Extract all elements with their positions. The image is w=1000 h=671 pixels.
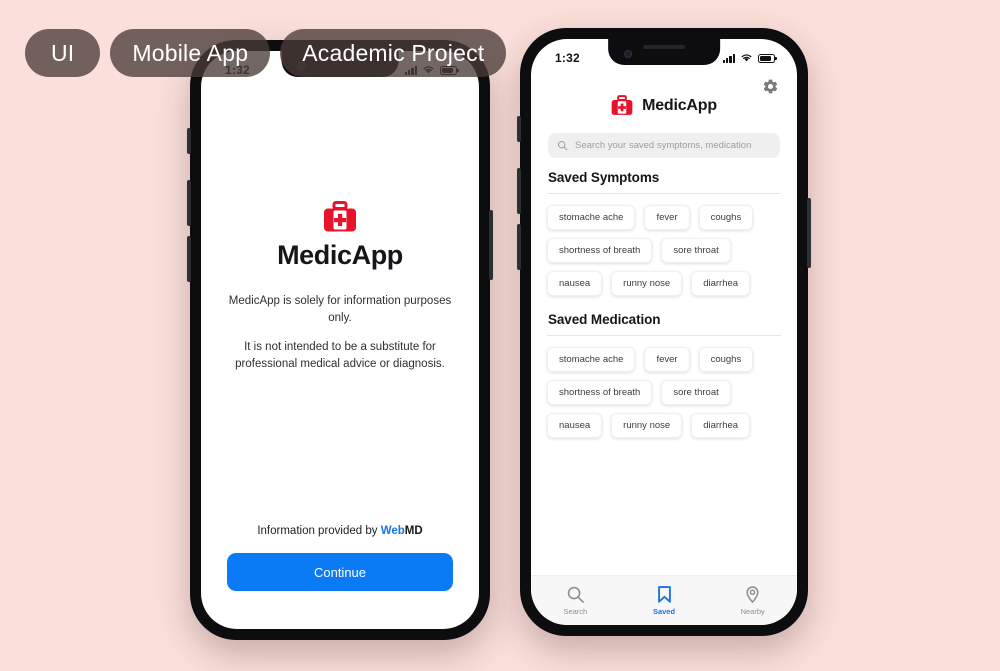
status-icons <box>722 53 777 63</box>
wifi-icon <box>741 54 752 62</box>
volume-down-button[interactable] <box>517 224 521 270</box>
chip-item[interactable]: stomache ache <box>547 347 636 372</box>
app-header: MedicApp <box>531 95 797 116</box>
medication-chip-list: stomache ache fever coughs shortness of bre… <box>545 336 783 442</box>
chip-item[interactable]: diarrhea <box>691 413 751 438</box>
nav-label-search: Search <box>563 607 588 616</box>
chip-item[interactable]: coughs <box>698 205 754 230</box>
nav-label-saved: Saved <box>652 607 676 616</box>
chip-item[interactable]: nausea <box>547 271 603 296</box>
medical-kit-icon <box>324 201 356 232</box>
search-icon <box>567 586 584 603</box>
attribution-text: Information provided by WebMD <box>227 525 453 537</box>
phone2-screen: 1:32 MedicApp Search your saved symptoms… <box>531 39 797 625</box>
signal-bars-icon <box>722 53 735 63</box>
bottom-navigation-bar: Search Saved Nearby <box>531 575 797 625</box>
app-name: MedicApp <box>642 96 717 114</box>
front-camera-icon <box>624 50 633 58</box>
phone-mockup-onboarding: 1:32 MedicApp <box>187 40 493 640</box>
nav-label-nearby: Nearby <box>740 607 765 616</box>
search-bar-wrapper <box>531 133 797 158</box>
tag-pill-mobile-app[interactable]: Mobile App <box>110 29 271 77</box>
search-bar[interactable] <box>548 133 780 158</box>
section-saved-medication: Saved Medication stomache ache fever cough… <box>531 300 797 442</box>
bookmark-icon <box>657 586 671 603</box>
disclaimer-text: MedicApp is solely for information purpo… <box>227 293 453 373</box>
webmd-brand-md: MD <box>404 525 423 537</box>
symptom-chip-list: stomache ache fever coughs shortness of bre… <box>545 194 783 300</box>
chip-item[interactable]: sore throat <box>661 380 731 405</box>
section-title-medication: Saved Medication <box>548 312 661 327</box>
section-title-symptoms: Saved Symptoms <box>548 170 660 185</box>
gear-icon <box>763 79 777 93</box>
page-title: MedicApp <box>277 240 403 270</box>
settings-button[interactable] <box>759 75 781 97</box>
phone1-screen: 1:32 MedicApp <box>201 51 479 629</box>
battery-icon <box>758 53 777 63</box>
mute-switch[interactable] <box>187 128 191 154</box>
power-button[interactable] <box>807 198 811 268</box>
nav-item-nearby[interactable]: Nearby <box>708 585 797 616</box>
tag-pill-ui[interactable]: UI <box>25 29 101 77</box>
section-saved-symptoms: Saved Symptoms stomache ache fever coughs s… <box>531 158 797 300</box>
chip-item[interactable]: coughs <box>698 347 754 372</box>
chip-item[interactable]: fever <box>644 205 690 230</box>
onboarding-footer: Information provided by WebMD Continue <box>227 525 453 629</box>
saved-screen-body: MedicApp Saved Symptoms stomache ache fev… <box>531 71 797 625</box>
brand-hero: MedicApp <box>277 201 403 271</box>
volume-up-button[interactable] <box>187 180 191 226</box>
tag-pill-academic-project[interactable]: Academic Project <box>280 29 507 77</box>
chip-item[interactable]: fever <box>644 347 690 372</box>
phone-mockup-saved: 1:32 MedicApp Search your saved symptoms… <box>517 28 811 636</box>
continue-button[interactable]: Continue <box>227 553 453 591</box>
attribution-prefix: Information provided by <box>257 525 381 537</box>
chip-item[interactable]: shortness of breath <box>547 238 653 263</box>
phone2-notch <box>608 39 720 65</box>
onboarding-body: MedicApp MedicApp is solely for informat… <box>201 83 479 629</box>
chip-item[interactable]: runny nose <box>611 271 683 296</box>
chip-item[interactable]: stomache ache <box>547 205 636 230</box>
disclaimer-line-1: MedicApp is solely for information purpo… <box>228 295 452 324</box>
volume-up-button[interactable] <box>517 168 521 214</box>
volume-down-button[interactable] <box>187 236 191 282</box>
webmd-brand-web: Web <box>380 525 405 537</box>
power-button[interactable] <box>489 210 493 280</box>
nav-item-search[interactable]: Search <box>531 585 620 616</box>
tag-pill-row: UI Mobile App Academic Project <box>25 29 507 77</box>
disclaimer-line-2: It is not intended to be a substitute fo… <box>235 341 445 371</box>
nav-item-saved[interactable]: Saved <box>620 585 709 616</box>
search-icon <box>557 140 568 151</box>
chip-item[interactable]: nausea <box>547 413 603 438</box>
chip-item[interactable]: shortness of breath <box>547 380 653 405</box>
status-time: 1:32 <box>555 51 580 65</box>
chip-item[interactable]: diarrhea <box>691 271 751 296</box>
chip-item[interactable]: runny nose <box>611 413 683 438</box>
chip-item[interactable]: sore throat <box>661 238 731 263</box>
speaker-grille <box>643 45 685 49</box>
location-pin-icon <box>746 586 759 604</box>
mute-switch[interactable] <box>517 116 521 142</box>
search-input[interactable] <box>575 140 771 151</box>
medical-kit-icon <box>611 95 633 115</box>
